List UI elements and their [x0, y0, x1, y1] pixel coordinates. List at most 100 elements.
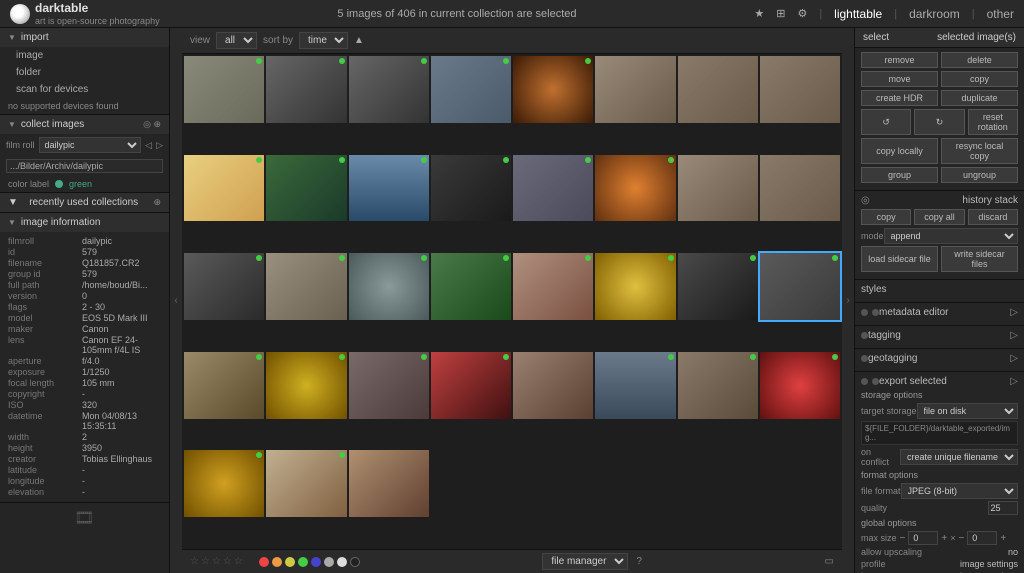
color-label-orange[interactable]	[272, 557, 282, 567]
duplicate-button[interactable]: duplicate	[941, 90, 1018, 106]
nav-other[interactable]: other	[987, 7, 1014, 21]
photo-cell[interactable]	[678, 352, 758, 419]
photo-cell[interactable]	[678, 56, 758, 123]
photo-cell[interactable]	[760, 253, 840, 320]
color-label-purple[interactable]	[324, 557, 334, 567]
photo-cell[interactable]	[513, 352, 593, 419]
photo-cell[interactable]	[266, 253, 346, 320]
photo-cell[interactable]	[595, 352, 675, 419]
sort-select[interactable]: time	[299, 32, 348, 49]
export-dot2[interactable]	[872, 378, 879, 385]
load-sidecar-button[interactable]: load sidecar file	[861, 246, 938, 272]
history-discard-button[interactable]: discard	[968, 209, 1018, 225]
file-manager-select[interactable]: file manager	[542, 553, 628, 570]
film-roll-select[interactable]: dailypic	[39, 137, 142, 153]
reset-rotation-button[interactable]: reset rotation	[968, 109, 1018, 135]
target-storage-select[interactable]: file on disk	[917, 403, 1018, 419]
tagging-dot[interactable]	[861, 332, 868, 339]
photo-cell[interactable]	[266, 450, 346, 517]
photo-cell[interactable]	[431, 352, 511, 419]
collect-header[interactable]: ▼ collect images ◎ ⊕	[0, 115, 169, 134]
create-hdr-button[interactable]: create HDR	[861, 90, 938, 106]
photo-cell[interactable]	[349, 352, 429, 419]
filmstrip-toggle[interactable]: ▭	[825, 556, 834, 567]
photo-cell[interactable]	[513, 56, 593, 123]
photo-cell[interactable]	[184, 56, 264, 123]
path-input[interactable]	[6, 159, 163, 173]
photo-cell[interactable]	[595, 56, 675, 123]
nav-darkroom[interactable]: darkroom	[909, 7, 960, 21]
photo-cell[interactable]	[184, 155, 264, 222]
photo-cell[interactable]	[513, 253, 593, 320]
max-size-h[interactable]	[967, 531, 997, 545]
star-rating[interactable]: ☆ ☆ ☆ ☆ ☆	[190, 556, 243, 567]
star-4[interactable]: ☆	[223, 556, 232, 567]
color-label-green[interactable]	[298, 557, 308, 567]
max-size-h-plus[interactable]: +	[1000, 533, 1006, 544]
rotate-left-button[interactable]: ↺	[861, 109, 911, 135]
write-sidecar-button[interactable]: write sidecar files	[941, 246, 1018, 272]
delete-button[interactable]: delete	[941, 52, 1018, 68]
photo-cell[interactable]	[595, 155, 675, 222]
star-3[interactable]: ☆	[212, 556, 221, 567]
photo-cell[interactable]	[760, 155, 840, 222]
photo-cell[interactable]	[678, 253, 758, 320]
photo-cell[interactable]	[431, 155, 511, 222]
color-label-white[interactable]	[337, 557, 347, 567]
photo-cell[interactable]	[349, 155, 429, 222]
left-panel-toggle[interactable]: ‹	[170, 28, 182, 573]
metadata-dot2[interactable]	[872, 309, 879, 316]
copy-locally-button[interactable]: copy locally	[861, 138, 938, 164]
right-panel-toggle[interactable]: ›	[842, 28, 854, 573]
import-folder[interactable]: folder	[0, 64, 169, 81]
remove-button[interactable]: remove	[861, 52, 938, 68]
ungroup-button[interactable]: ungroup	[941, 167, 1018, 183]
photo-cell[interactable]	[513, 155, 593, 222]
max-size-plus[interactable]: +	[941, 533, 947, 544]
import-scan[interactable]: scan for devices	[0, 81, 169, 98]
nav-lighttable[interactable]: lighttable	[834, 7, 882, 21]
file-format-select[interactable]: JPEG (8-bit)	[901, 483, 1018, 499]
export-dot1[interactable]	[861, 378, 868, 385]
photo-cell[interactable]	[266, 155, 346, 222]
photo-cell[interactable]	[266, 352, 346, 419]
photo-cell[interactable]	[595, 253, 675, 320]
metadata-dot1[interactable]	[861, 309, 868, 316]
rotate-right-button[interactable]: ↻	[914, 109, 964, 135]
copy-button[interactable]: copy	[941, 71, 1018, 87]
color-label-black[interactable]	[350, 557, 360, 567]
help-icon[interactable]: ?	[636, 556, 642, 567]
max-size-minus[interactable]: −	[900, 533, 906, 544]
max-size-h-minus[interactable]: −	[958, 533, 964, 544]
color-label-blue[interactable]	[311, 557, 321, 567]
gear-icon[interactable]: ⚙	[797, 7, 807, 20]
photo-cell[interactable]	[431, 253, 511, 320]
photo-cell[interactable]	[678, 155, 758, 222]
photo-cell[interactable]	[184, 253, 264, 320]
star-2[interactable]: ☆	[201, 556, 210, 567]
history-copy-all-button[interactable]: copy all	[914, 209, 964, 225]
resync-button[interactable]: resync local copy	[941, 138, 1018, 164]
max-size-w[interactable]	[908, 531, 938, 545]
photo-cell[interactable]	[760, 56, 840, 123]
import-header[interactable]: ▼ import	[0, 28, 169, 47]
view-select[interactable]: all	[216, 32, 257, 49]
quality-input[interactable]: 25	[988, 501, 1018, 515]
photo-cell[interactable]	[184, 450, 264, 517]
color-label-red[interactable]	[259, 557, 269, 567]
mode-select[interactable]: append	[884, 228, 1018, 244]
history-copy-button[interactable]: copy	[861, 209, 911, 225]
photo-cell[interactable]	[349, 253, 429, 320]
grid-icon[interactable]: ⊞	[776, 7, 785, 20]
recently-header[interactable]: ▼ recently used collections ⊕	[0, 193, 169, 212]
sort-arrow[interactable]: ▲	[354, 35, 364, 46]
image-info-header[interactable]: ▼ image information	[0, 213, 169, 232]
photo-cell[interactable]	[266, 56, 346, 123]
star-5[interactable]: ☆	[234, 556, 243, 567]
photo-cell[interactable]	[349, 450, 429, 517]
photo-cell[interactable]	[184, 352, 264, 419]
on-conflict-select[interactable]: create unique filename	[900, 449, 1018, 465]
photo-cell[interactable]	[431, 56, 511, 123]
color-label-yellow[interactable]	[285, 557, 295, 567]
geotagging-dot[interactable]	[861, 355, 868, 362]
